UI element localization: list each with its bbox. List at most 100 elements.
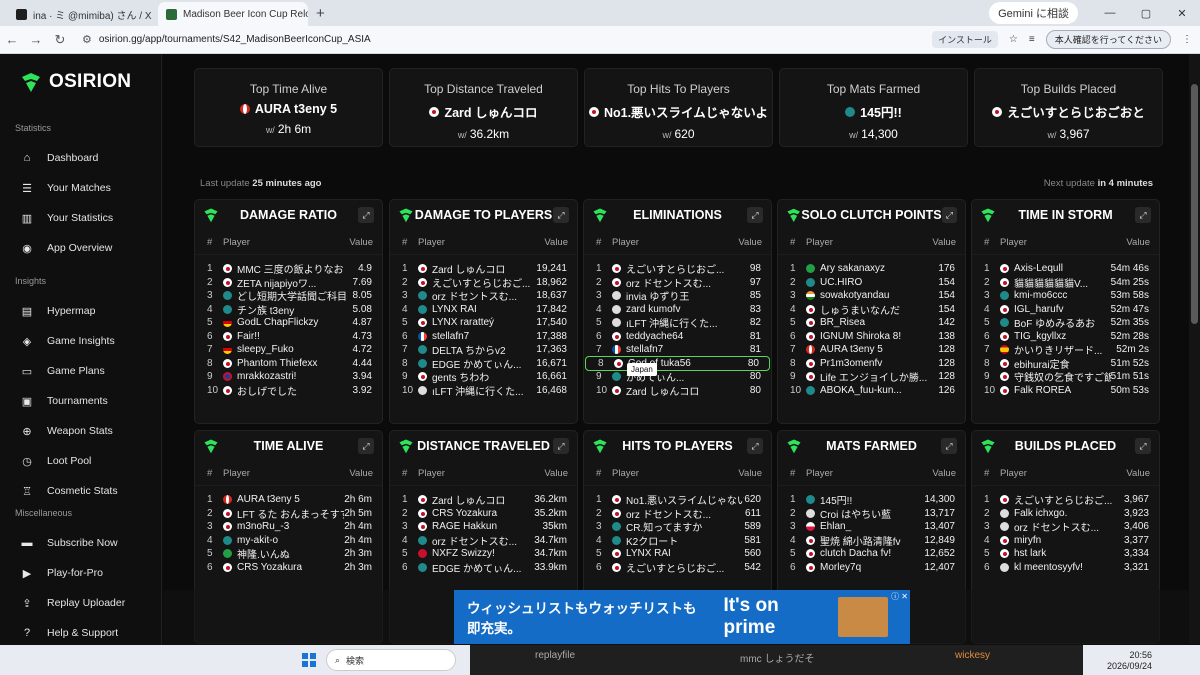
table-row[interactable]: 4 チン族 t3eny 5.08 [195, 303, 382, 317]
table-row[interactable]: 6 Fair!! 4.73 [195, 330, 382, 344]
table-row[interactable]: 5 clutch Dacha fv! 12,652 [778, 547, 965, 561]
ad-banner[interactable]: ウィッシュリストもウォッチリストも即充実。 It's on prime ⓘ ✕ [454, 590, 910, 644]
table-row[interactable]: 6 TIG_kgyllxz 52m 28s [972, 330, 1159, 344]
table-row[interactable]: 1 145円!! 14,300 [778, 493, 965, 507]
table-row[interactable]: 6 stellafn7 17,388 [390, 330, 577, 344]
brand-logo[interactable]: OSIRION [20, 71, 131, 93]
table-row[interactable]: 1 No1.悪いスライムじゃないよ 620 [584, 493, 771, 507]
table-row[interactable]: 5 LYNX raratteý 17,540 [390, 316, 577, 330]
sidebar-item-replay-uploader[interactable]: ⇪ Replay Uploader [20, 596, 155, 610]
table-row[interactable]: 1 えごいすとらじおご... 3,967 [972, 493, 1159, 507]
table-row[interactable]: 4 miryfn 3,377 [972, 534, 1159, 548]
browser-tab-active[interactable]: Madison Beer Icon Cup Reload✕ [158, 2, 308, 26]
sidebar-item-game-insights[interactable]: ◈ Game Insights [20, 334, 155, 348]
table-row[interactable]: 9 mrakkozastri! 3.94 [195, 370, 382, 384]
table-row[interactable]: 3 kmi-mo6ccc 53m 58s [972, 289, 1159, 303]
top-stat-player[interactable]: 145円!! [780, 102, 967, 121]
sidebar-item-game-plans[interactable]: ▭ Game Plans [20, 364, 155, 378]
table-row[interactable]: 10 Falk ROREA 50m 53s [972, 384, 1159, 398]
table-row[interactable]: 1 AURA t3eny 5 2h 6m [195, 493, 382, 507]
table-row[interactable]: 9 gents ちわわ 16,661 [390, 370, 577, 384]
expand-icon[interactable]: ⤢ [358, 207, 374, 223]
table-row[interactable]: 2 貓貓貓貓貓貓V... 54m 25s [972, 276, 1159, 290]
table-row[interactable]: 6 teddyache64 81 [584, 330, 771, 344]
taskbar-search[interactable]: ⌕ 検索 [326, 649, 456, 671]
table-row[interactable]: 1 えごいすとらじおご... 98 [584, 262, 771, 276]
table-row[interactable]: 3 RAGE Hakkun 35km [390, 520, 577, 534]
table-row[interactable]: 7 AURA t3eny 5 128 [778, 343, 965, 357]
table-row[interactable]: 4 my-akit-o 2h 4m [195, 534, 382, 548]
table-row[interactable]: 2 Falk ichxgo. 3,923 [972, 507, 1159, 521]
sidebar-item-play-for-pro[interactable]: ▶ Play-for-Pro [20, 566, 155, 580]
table-row[interactable]: 1 MMC 三度の飯よりなお 4.9 [195, 262, 382, 276]
maximize-icon[interactable]: ▢ [1128, 7, 1164, 20]
sidebar-item-hypermap[interactable]: ▤ Hypermap [20, 304, 155, 318]
table-row[interactable]: 4 しゅうまいなんだ 154 [778, 303, 965, 317]
back-icon[interactable]: ← [0, 32, 24, 47]
sidebar-item-help-support[interactable]: ? Help & Support [20, 626, 155, 640]
close-window-icon[interactable]: ✕ [1164, 7, 1200, 20]
table-row[interactable]: 4 聖焼 綿小路清隆fv 12,849 [778, 534, 965, 548]
table-row[interactable]: 4 orz ドセントスむ... 34.7km [390, 534, 577, 548]
table-row[interactable]: 10 ıLFT 沖縄に行くた... 16,468 [390, 384, 577, 398]
sidebar-item-dashboard[interactable]: ⌂ Dashboard [20, 151, 155, 165]
table-row[interactable]: 8 EDGE かめてぃん... 16,671 [390, 357, 577, 371]
table-row[interactable]: 2 orz ドセントスむ... 97 [584, 276, 771, 290]
sidebar-item-subscribe-now[interactable]: ▬ Subscribe Now [20, 536, 155, 550]
table-row[interactable]: 7 DELTA ちからv2 17,363 [390, 343, 577, 357]
expand-icon[interactable]: ⤢ [1135, 438, 1151, 454]
sidebar-item-tournaments[interactable]: ▣ Tournaments [20, 394, 155, 408]
expand-icon[interactable]: ⤢ [747, 207, 763, 223]
expand-icon[interactable]: ⤢ [553, 438, 569, 454]
table-row[interactable]: 6 えごいすとらじおご... 542 [584, 561, 771, 575]
table-row[interactable]: 7 かいりきリザード... 52m 2s [972, 343, 1159, 357]
table-row[interactable]: 1 Axis-Lequll 54m 46s [972, 262, 1159, 276]
table-row[interactable]: 2 えごいすとらじおご... 18,962 [390, 276, 577, 290]
table-row[interactable]: 3 どし短期大学話聞ご科目 8.05 [195, 289, 382, 303]
table-row[interactable]: 3 orz ドセントスむ... 3,406 [972, 520, 1159, 534]
table-row[interactable]: 5 ıLFT 沖縄に行くた... 82 [584, 316, 771, 330]
reload-icon[interactable]: ↻ [48, 32, 72, 48]
table-row[interactable]: 4 zard kumofv 83 [584, 303, 771, 317]
table-row[interactable]: 1 Zard しゅんコロ 36.2km [390, 493, 577, 507]
table-row[interactable]: 8 Phantom Thiefexx 4.44 [195, 357, 382, 371]
table-row[interactable]: 6 IGNUM Shiroka 8! 138 [778, 330, 965, 344]
table-row[interactable]: 9 守銭奴の乞食ですご飯ください51m 51s [972, 370, 1159, 384]
table-row[interactable]: 8 Pr1m3omenfv 128 [778, 357, 965, 371]
table-row[interactable]: 1 Ary sakanaxyz 176 [778, 262, 965, 276]
sidebar-item-loot-pool[interactable]: ◷ Loot Pool [20, 454, 155, 468]
table-row[interactable]: 2 UC.HIRO 154 [778, 276, 965, 290]
install-button[interactable]: インストール [932, 31, 998, 48]
table-row[interactable]: 7 stellafn7 81 [584, 343, 771, 357]
table-row[interactable]: 5 hst lark 3,334 [972, 547, 1159, 561]
sidebar-item-your-statistics[interactable]: ▥ Your Statistics [20, 211, 155, 225]
table-row[interactable]: 2 CRS Yozakura 35.2km [390, 507, 577, 521]
sidebar-item-cosmetic-stats[interactable]: ♖ Cosmetic Stats [20, 484, 155, 498]
menu-kebab-icon[interactable]: ⋮ [1182, 34, 1192, 45]
table-row[interactable]: 3 sowakotyandau 154 [778, 289, 965, 303]
table-row[interactable]: 3 orz ドセントスむ... 18,637 [390, 289, 577, 303]
top-stat-player[interactable]: Zard しゅんコロ [390, 102, 577, 121]
bookmark-star-icon[interactable]: ☆ [1009, 34, 1018, 45]
scrollbar-thumb[interactable] [1191, 84, 1198, 324]
expand-icon[interactable]: ⤢ [747, 438, 763, 454]
expand-icon[interactable]: ⤢ [1135, 207, 1151, 223]
sidebar-item-app-overview[interactable]: ◉ App Overview [20, 241, 155, 255]
table-row[interactable]: 4 LYNX RAI 17,842 [390, 303, 577, 317]
table-row[interactable]: 5 神隆.いんぬ 2h 3m [195, 547, 382, 561]
table-row[interactable]: 2 orz ドセントスむ... 611 [584, 507, 771, 521]
windows-start-icon[interactable] [302, 653, 316, 667]
table-row[interactable]: 1 Zard しゅんコロ 19,241 [390, 262, 577, 276]
table-row[interactable]: 3 CR.知ってますか 589 [584, 520, 771, 534]
table-row[interactable]: 8 ebihurai定食 51m 52s [972, 357, 1159, 371]
table-row[interactable]: 6 EDGE かめてぃん... 33.9km [390, 561, 577, 575]
table-row[interactable]: 3 Ehlan_ 13,407 [778, 520, 965, 534]
table-row[interactable]: 2 LFT るた おんまっそすすむ2h 5m [195, 507, 382, 521]
table-row[interactable]: 5 BR_Risea 142 [778, 316, 965, 330]
table-row[interactable]: 4 K2クロート 581 [584, 534, 771, 548]
expand-icon[interactable]: ⤢ [941, 438, 957, 454]
table-row[interactable]: 10 おしげでした 3.92 [195, 384, 382, 398]
table-row[interactable]: 2 Croi はやちい藍 13,717 [778, 507, 965, 521]
new-tab-button[interactable]: + [308, 5, 333, 26]
table-row[interactable]: 6 kl meentosyyfv! 3,321 [972, 561, 1159, 575]
